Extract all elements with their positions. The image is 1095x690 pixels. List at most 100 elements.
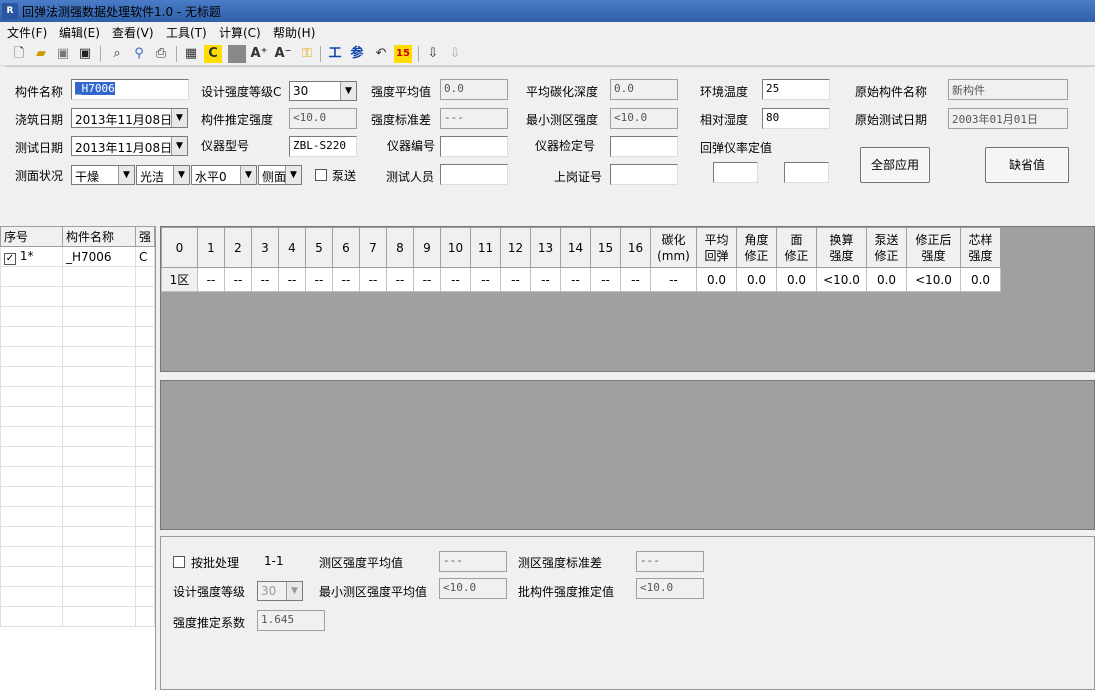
pump-checkbox[interactable] [315, 169, 327, 181]
grid-header-11[interactable]: 11 [470, 227, 501, 268]
sort-down-icon[interactable]: ⇩ [424, 45, 442, 63]
menu-tools[interactable]: 工具(T) [166, 24, 207, 41]
params-icon[interactable]: 参 [348, 45, 366, 63]
grid-header-20[interactable]: 面 修正 [776, 227, 817, 268]
grid-cell[interactable]: -- [440, 267, 471, 292]
temperature-input[interactable]: 25 [762, 79, 830, 100]
grid-header-12[interactable]: 12 [500, 227, 531, 268]
grid-header-24[interactable]: 芯样 强度 [960, 227, 1001, 268]
grid-cell[interactable]: 0.0 [866, 267, 907, 292]
grid-cell[interactable]: -- [332, 267, 360, 292]
grid-header-7[interactable]: 7 [359, 227, 387, 268]
grid-row-header[interactable]: 1区 [161, 267, 198, 292]
surface-moisture-select[interactable]: 干燥 ▼ [71, 165, 135, 185]
grid-cell[interactable]: 0.0 [960, 267, 1001, 292]
col-header-strength[interactable]: 强 [134, 226, 155, 247]
batch-checkbox[interactable] [173, 556, 185, 568]
grid-header-17[interactable]: 碳化 (mm) [650, 227, 697, 268]
menu-view[interactable]: 查看(V) [112, 24, 154, 41]
print-preview-icon[interactable]: ⌕ [108, 45, 126, 63]
humidity-input[interactable]: 80 [762, 108, 830, 129]
grid-cell[interactable]: <10.0 [906, 267, 961, 292]
grid-header-8[interactable]: 8 [386, 227, 414, 268]
post-cert-input[interactable] [610, 164, 678, 185]
menu-help[interactable]: 帮助(H) [273, 24, 315, 41]
default-values-button[interactable]: 缺省值 [985, 147, 1069, 183]
grid-header-10[interactable]: 10 [440, 227, 471, 268]
instrument-cert-input[interactable] [610, 136, 678, 157]
test-face-select[interactable]: 侧面 ▼ [258, 165, 302, 185]
grid-cell[interactable]: -- [386, 267, 414, 292]
rate-value-2-input[interactable] [784, 162, 829, 183]
grid-header-0[interactable]: 0 [161, 227, 198, 268]
menu-edit[interactable]: 编辑(E) [59, 24, 100, 41]
zoom-icon[interactable]: ⚲ [130, 45, 148, 63]
grid-cell[interactable]: -- [305, 267, 333, 292]
instrument-number-input[interactable] [440, 136, 508, 157]
row-checkbox[interactable]: ✓ [4, 253, 16, 265]
grid-cell[interactable]: -- [620, 267, 651, 292]
menu-file[interactable]: 文件(F) [7, 24, 47, 41]
design-grade-select[interactable]: 30 ▼ [289, 81, 357, 101]
grid-cell[interactable]: -- [278, 267, 306, 292]
grid-header-13[interactable]: 13 [530, 227, 561, 268]
tester-input[interactable] [440, 164, 508, 185]
key-icon[interactable]: ⚿ [298, 45, 316, 63]
grid-cell[interactable]: -- [650, 267, 697, 292]
grid-header-1[interactable]: 1 [197, 227, 225, 268]
grid-cell[interactable]: -- [500, 267, 531, 292]
grid-cell[interactable]: 0.0 [696, 267, 737, 292]
test-date-picker[interactable]: 2013年11月08日 ▼ [71, 136, 188, 156]
grid-header-4[interactable]: 4 [278, 227, 306, 268]
component-name-input[interactable]: _H7006 [71, 79, 189, 100]
grid-cell[interactable]: -- [530, 267, 561, 292]
grid-header-23[interactable]: 修正后 强度 [906, 227, 961, 268]
grid-header-15[interactable]: 15 [590, 227, 621, 268]
tool-icon[interactable]: 工 [326, 45, 344, 63]
list-item[interactable]: ✓ 1* _H7006 C [0, 246, 155, 267]
angle-select[interactable]: 水平0 ▼ [191, 165, 257, 185]
grid-cell[interactable]: -- [470, 267, 501, 292]
grid-cell[interactable]: -- [413, 267, 441, 292]
grid-cell[interactable]: -- [251, 267, 279, 292]
grid-cell[interactable]: 0.0 [736, 267, 777, 292]
grid-header-14[interactable]: 14 [560, 227, 591, 268]
grid-header-18[interactable]: 平均 回弹 [696, 227, 737, 268]
grid-header-19[interactable]: 角度 修正 [736, 227, 777, 268]
col-header-name[interactable]: 构件名称 [61, 226, 136, 247]
grid-cell[interactable]: -- [197, 267, 225, 292]
calc-icon[interactable]: C [204, 45, 222, 63]
font-decrease-icon[interactable]: A⁻ [274, 45, 292, 63]
new-file-icon[interactable]: 🗋 [10, 45, 28, 63]
undo-icon[interactable]: ↶ [372, 45, 390, 63]
grid-header-16[interactable]: 16 [620, 227, 651, 268]
grid-cell[interactable]: -- [359, 267, 387, 292]
grid-icon[interactable]: ▦ [182, 45, 200, 63]
print-icon[interactable]: ⎙ [152, 45, 170, 63]
grid-cell[interactable]: <10.0 [816, 267, 867, 292]
grid-cell[interactable]: 0.0 [776, 267, 817, 292]
surface-finish-select[interactable]: 光洁 ▼ [136, 165, 190, 185]
rate-value-1-input[interactable] [713, 162, 758, 183]
col-header-no[interactable]: 序号 [0, 226, 63, 247]
grid-cell[interactable]: -- [590, 267, 621, 292]
grid-cell[interactable]: -- [224, 267, 252, 292]
cast-date-picker[interactable]: 2013年11月08日 ▼ [71, 108, 188, 128]
instrument-model-input[interactable]: ZBL-S220 [289, 136, 357, 157]
save-icon[interactable]: ▣ [54, 45, 72, 63]
grid-header-9[interactable]: 9 [413, 227, 441, 268]
grid-header-5[interactable]: 5 [305, 227, 333, 268]
stop-icon[interactable] [228, 45, 246, 63]
grid-header-2[interactable]: 2 [224, 227, 252, 268]
save-all-icon[interactable]: ▣ [76, 45, 94, 63]
grid-header-3[interactable]: 3 [251, 227, 279, 268]
open-folder-icon[interactable]: ▰ [32, 45, 50, 63]
grid-cell[interactable]: -- [560, 267, 591, 292]
grid-header-22[interactable]: 泵送 修正 [866, 227, 907, 268]
apply-all-button[interactable]: 全部应用 [860, 147, 930, 183]
grid-header-21[interactable]: 换算 强度 [816, 227, 867, 268]
menu-calc[interactable]: 计算(C) [219, 24, 261, 41]
grid-header-6[interactable]: 6 [332, 227, 360, 268]
set-15-icon[interactable]: 15 [394, 45, 412, 63]
font-increase-icon[interactable]: A⁺ [250, 45, 268, 63]
